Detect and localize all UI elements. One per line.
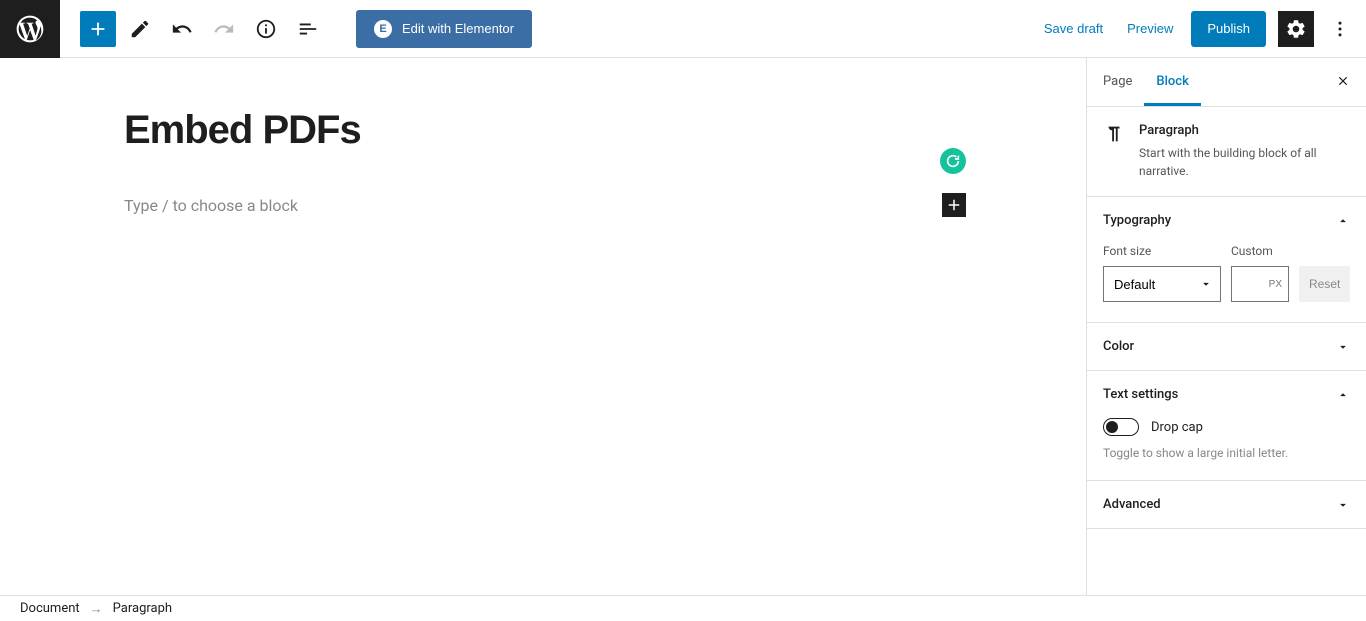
- font-size-label: Font size: [1103, 244, 1221, 258]
- outline-button[interactable]: [290, 11, 326, 47]
- drop-cap-label: Drop cap: [1151, 420, 1203, 435]
- block-title: Paragraph: [1139, 123, 1350, 138]
- chevron-down-icon: [1336, 340, 1350, 354]
- grammarly-icon[interactable]: [940, 148, 966, 174]
- panel-text-settings: Text settings Drop cap Toggle to show a …: [1087, 371, 1366, 481]
- font-size-select[interactable]: Default: [1103, 266, 1221, 302]
- editor-area[interactable]: Embed PDFs Type / to choose a block: [0, 58, 1086, 595]
- elementor-icon: E: [374, 20, 392, 38]
- chevron-up-icon: [1336, 214, 1350, 228]
- breadcrumb: Document → Paragraph: [0, 595, 1366, 621]
- right-actions: Save draft Preview Publish: [1038, 11, 1366, 47]
- dots-vertical-icon: [1330, 19, 1350, 39]
- redo-button[interactable]: [206, 11, 242, 47]
- panel-advanced-header[interactable]: Advanced: [1087, 481, 1366, 528]
- tab-page[interactable]: Page: [1091, 58, 1144, 106]
- drop-cap-help: Toggle to show a large initial letter.: [1103, 446, 1350, 460]
- page-title[interactable]: Embed PDFs: [124, 108, 1026, 153]
- drop-cap-toggle[interactable]: [1103, 418, 1139, 436]
- plus-icon: [945, 196, 963, 214]
- block-placeholder[interactable]: Type / to choose a block: [124, 196, 942, 215]
- more-options-button[interactable]: [1326, 11, 1354, 47]
- chevron-up-icon: [1336, 388, 1350, 402]
- publish-button[interactable]: Publish: [1191, 11, 1266, 47]
- panel-text-settings-header[interactable]: Text settings: [1087, 371, 1366, 418]
- paragraph-icon: [1103, 123, 1125, 180]
- preview-button[interactable]: Preview: [1121, 13, 1179, 44]
- close-sidebar-button[interactable]: [1324, 62, 1362, 103]
- wordpress-logo[interactable]: [0, 0, 60, 58]
- save-draft-button[interactable]: Save draft: [1038, 13, 1109, 44]
- reset-font-size-button[interactable]: Reset: [1299, 266, 1350, 302]
- breadcrumb-paragraph[interactable]: Paragraph: [113, 601, 172, 616]
- chevron-down-icon: [1336, 498, 1350, 512]
- info-button[interactable]: [248, 11, 284, 47]
- custom-font-size-input[interactable]: [1231, 266, 1289, 302]
- panel-color: Color: [1087, 323, 1366, 371]
- panel-typography: Typography Font size Default: [1087, 197, 1366, 323]
- block-desc-text: Start with the building block of all nar…: [1139, 144, 1350, 180]
- sidebar-tabs: Page Block: [1087, 58, 1366, 107]
- settings-button[interactable]: [1278, 11, 1314, 47]
- panel-typography-header[interactable]: Typography: [1087, 197, 1366, 244]
- custom-label: Custom: [1231, 244, 1289, 258]
- top-toolbar: E Edit with Elementor Save draft Preview…: [0, 0, 1366, 58]
- settings-sidebar: Page Block Paragraph Start with the buil…: [1086, 58, 1366, 595]
- tab-block[interactable]: Block: [1144, 58, 1200, 106]
- panel-color-header[interactable]: Color: [1087, 323, 1366, 370]
- add-block-inline-button[interactable]: [942, 193, 966, 217]
- close-icon: [1336, 74, 1350, 88]
- edit-button[interactable]: [122, 11, 158, 47]
- tool-group: [60, 11, 326, 47]
- elementor-button[interactable]: E Edit with Elementor: [356, 10, 532, 48]
- add-block-button[interactable]: [80, 11, 116, 47]
- panel-advanced: Advanced: [1087, 481, 1366, 529]
- breadcrumb-arrow: →: [90, 601, 103, 617]
- block-description: Paragraph Start with the building block …: [1087, 107, 1366, 197]
- gear-icon: [1285, 18, 1307, 40]
- undo-button[interactable]: [164, 11, 200, 47]
- breadcrumb-document[interactable]: Document: [20, 601, 80, 616]
- elementor-label: Edit with Elementor: [402, 21, 514, 36]
